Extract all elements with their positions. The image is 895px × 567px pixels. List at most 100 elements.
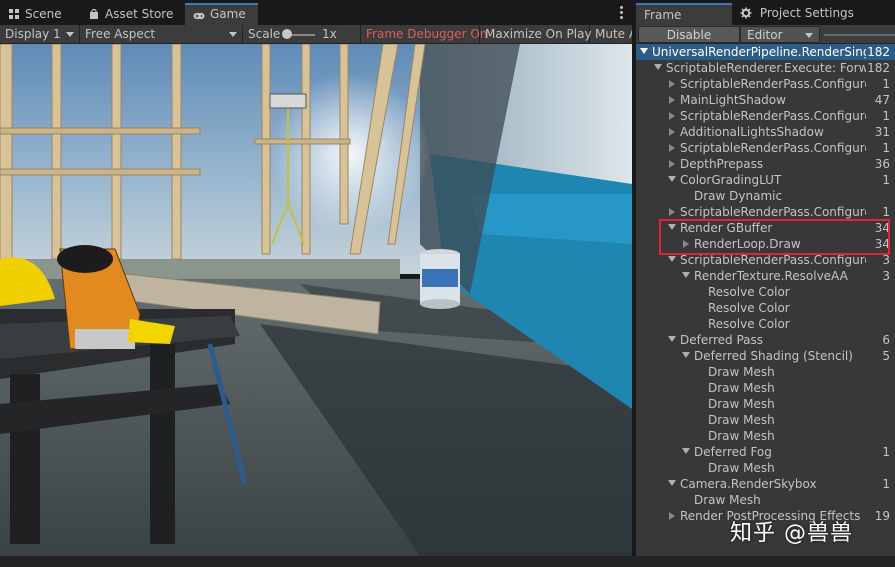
tree-row-label: Deferred Shading (Stencil) — [694, 349, 853, 363]
aspect-dropdown[interactable]: Free Aspect — [80, 25, 243, 43]
tree-row[interactable]: Resolve Color — [636, 284, 895, 300]
tree-row-label: Deferred Pass — [680, 333, 763, 347]
tree-row-label: ScriptableRenderPass.Configure — [680, 141, 866, 155]
gamepad-icon — [193, 13, 205, 19]
event-slider[interactable] — [824, 34, 895, 36]
gear-icon — [740, 7, 752, 19]
foldout-open-icon[interactable] — [654, 64, 662, 70]
frame-debugger-toggle[interactable]: Frame Debugger On — [361, 25, 487, 43]
tree-row[interactable]: ScriptableRenderPass.Configure 1 — [636, 76, 895, 92]
tree-row-count: 1 — [882, 173, 890, 187]
tree-row[interactable]: Deferred Fog 1 — [636, 444, 895, 460]
mute-audio-toggle[interactable]: Mute Audio — [590, 25, 632, 43]
tree-row-label: Render GBuffer — [680, 221, 773, 235]
tree-row[interactable]: Draw Mesh — [636, 460, 895, 476]
tab-asset-store[interactable]: Asset Store — [80, 3, 185, 25]
tree-row-count: 47 — [874, 93, 890, 107]
tree-row[interactable]: DepthPrepass 36 — [636, 156, 895, 172]
foldout-open-icon[interactable] — [682, 448, 690, 454]
tree-row[interactable]: Render GBuffer 34 — [636, 220, 895, 236]
foldout-open-icon[interactable] — [682, 272, 690, 278]
tree-row[interactable]: Draw Mesh — [636, 428, 895, 444]
foldout-open-icon[interactable] — [640, 48, 648, 54]
tree-row-label: Resolve Color — [708, 285, 790, 299]
tree-row-count: 1 — [882, 445, 890, 459]
tab-scene-label: Scene — [25, 7, 62, 21]
tree-row-label: Draw Mesh — [708, 413, 775, 427]
tree-row-count: 1 — [882, 205, 890, 219]
maximize-on-play-toggle[interactable]: Maximize On Play — [480, 25, 592, 43]
tree-row[interactable]: ScriptableRenderPass.Configure 1 — [636, 108, 895, 124]
foldout-closed-icon[interactable] — [683, 240, 689, 248]
tree-row[interactable]: ScriptableRenderPass.Configure 3 — [636, 252, 895, 268]
chevron-down-icon — [805, 33, 813, 38]
tree-row[interactable]: ColorGradingLUT 1 — [636, 172, 895, 188]
display-dropdown[interactable]: Display 1 — [0, 25, 80, 43]
tree-row[interactable]: Camera.RenderSkybox 1 — [636, 476, 895, 492]
tree-row-count: 1 — [882, 477, 890, 491]
tree-row[interactable]: Draw Mesh — [636, 364, 895, 380]
tree-row[interactable]: Deferred Pass 6 — [636, 332, 895, 348]
tree-row[interactable]: UniversalRenderPipeline.RenderSingleCame… — [636, 44, 895, 60]
tree-row[interactable]: MainLightShadow 47 — [636, 92, 895, 108]
target-dropdown[interactable]: Editor — [740, 26, 820, 43]
game-viewport[interactable] — [0, 44, 632, 556]
scale-value-text: 1x — [322, 27, 337, 41]
foldout-open-icon[interactable] — [668, 224, 676, 230]
frame-debug-toolbar: Disable Editor — [636, 25, 895, 44]
tree-row[interactable]: Deferred Shading (Stencil) 5 — [636, 348, 895, 364]
foldout-open-icon[interactable] — [668, 336, 676, 342]
tree-row-count: 1 — [882, 109, 890, 123]
tree-row[interactable]: Resolve Color — [636, 300, 895, 316]
watermark: 知乎 @兽兽 — [730, 521, 853, 546]
game-render-image — [0, 44, 632, 556]
foldout-open-icon[interactable] — [668, 176, 676, 182]
tab-frame-debug[interactable]: Frame Debug — [636, 3, 732, 42]
status-bar — [0, 556, 895, 567]
more-options-icon[interactable] — [620, 6, 624, 20]
tree-row-label: DepthPrepass — [680, 157, 764, 171]
scale-slider-handle[interactable] — [282, 29, 292, 39]
tree-row[interactable]: Draw Dynamic — [636, 188, 895, 204]
tree-row-label: Draw Mesh — [708, 429, 775, 443]
foldout-closed-icon[interactable] — [669, 160, 675, 168]
foldout-open-icon[interactable] — [668, 480, 676, 486]
tree-row-label: Resolve Color — [708, 317, 790, 331]
tab-game-label: Game — [210, 7, 246, 21]
tree-row-label: Camera.RenderSkybox — [680, 477, 817, 491]
tree-row[interactable]: RenderLoop.Draw 34 — [636, 236, 895, 252]
tree-row[interactable]: Draw Mesh — [636, 492, 895, 508]
game-toolbar: Display 1 Free Aspect Scale 1x Frame Deb… — [0, 25, 632, 44]
tree-row[interactable]: ScriptableRenderer.Execute: ForwardRende… — [636, 60, 895, 76]
tree-row[interactable]: Draw Mesh — [636, 396, 895, 412]
tree-row-label: AdditionalLightsShadow — [680, 125, 824, 139]
foldout-closed-icon[interactable] — [669, 208, 675, 216]
tree-row[interactable]: AdditionalLightsShadow 31 — [636, 124, 895, 140]
tab-project-settings[interactable]: Project Settings — [740, 3, 890, 25]
tree-row[interactable]: RenderTexture.ResolveAA 3 — [636, 268, 895, 284]
tree-row[interactable]: Draw Mesh — [636, 380, 895, 396]
disable-button[interactable]: Disable — [638, 26, 740, 43]
tab-game[interactable]: Game — [185, 3, 258, 25]
tree-row-label: ScriptableRenderPass.Configure — [680, 77, 866, 91]
maximize-label: Maximize On Play — [485, 27, 592, 41]
foldout-closed-icon[interactable] — [669, 144, 675, 152]
foldout-closed-icon[interactable] — [669, 112, 675, 120]
scale-value: 1x — [316, 25, 361, 43]
foldout-closed-icon[interactable] — [669, 512, 675, 520]
tree-row-label: ScriptableRenderPass.Configure — [680, 109, 866, 123]
tree-row[interactable]: Resolve Color — [636, 316, 895, 332]
display-dropdown-label: Display 1 — [5, 27, 61, 41]
foldout-open-icon[interactable] — [668, 256, 676, 262]
tree-row-count: 34 — [874, 237, 890, 251]
foldout-closed-icon[interactable] — [669, 128, 675, 136]
foldout-closed-icon[interactable] — [669, 96, 675, 104]
tab-scene[interactable]: Scene — [0, 3, 80, 25]
tree-row[interactable]: ScriptableRenderPass.Configure 1 — [636, 204, 895, 220]
foldout-open-icon[interactable] — [682, 352, 690, 358]
foldout-closed-icon[interactable] — [669, 80, 675, 88]
tree-row[interactable]: Draw Mesh — [636, 412, 895, 428]
tree-row-label: Draw Mesh — [694, 493, 761, 507]
frame-debugger-panel: Frame Debug Project Settings Disable Edi… — [635, 0, 895, 556]
tree-row[interactable]: ScriptableRenderPass.Configure 1 — [636, 140, 895, 156]
